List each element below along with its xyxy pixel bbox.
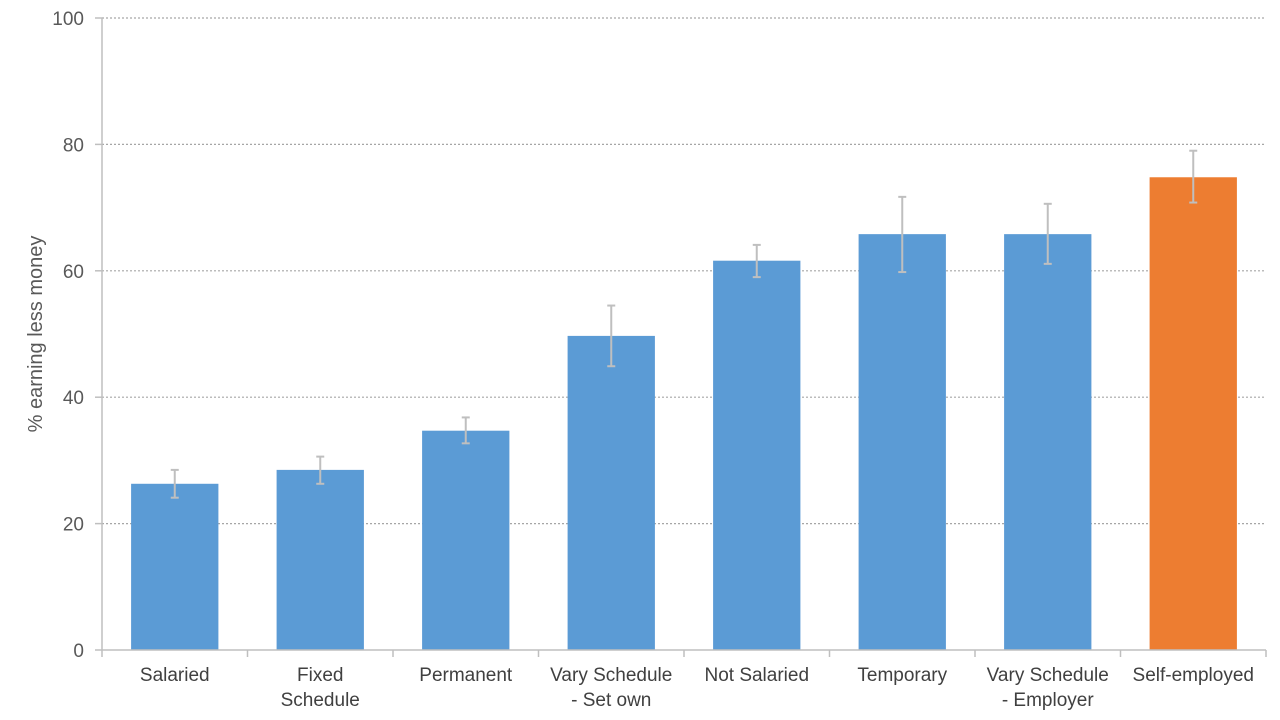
bar bbox=[567, 335, 655, 650]
x-tick-label-line: - Employer bbox=[1002, 690, 1095, 711]
x-tick-label: Salaried bbox=[140, 665, 210, 686]
x-tick-label-line: - Set own bbox=[571, 690, 651, 711]
x-tick-label-line: Self-employed bbox=[1133, 665, 1254, 686]
x-tick-label: Vary Schedule - Employer bbox=[987, 665, 1109, 711]
y-tick-label: 80 bbox=[63, 135, 84, 156]
bar bbox=[858, 234, 946, 651]
x-tick-label-line: Not Salaried bbox=[704, 665, 809, 686]
y-tick-label: 0 bbox=[73, 641, 84, 662]
x-tick-label: Permanent bbox=[419, 665, 513, 686]
y-tick-label: 100 bbox=[52, 9, 84, 30]
x-tick-label: Temporary bbox=[857, 665, 947, 686]
y-axis-title: % earning less money bbox=[25, 236, 47, 433]
x-tick-label-line: Fixed bbox=[297, 665, 343, 686]
y-tick-label: 60 bbox=[63, 262, 84, 283]
bar bbox=[713, 260, 801, 650]
bar bbox=[131, 483, 219, 650]
y-axis-ticks: 0 20 40 60 80 100 bbox=[52, 9, 102, 662]
x-tick-label: Self-employed bbox=[1133, 665, 1254, 686]
y-tick-label: 20 bbox=[63, 515, 84, 536]
x-tick-label-line: Temporary bbox=[857, 665, 947, 686]
x-tick-label: Not Salaried bbox=[704, 665, 809, 686]
x-tick-label: Vary Schedule - Set own bbox=[550, 665, 672, 711]
bar bbox=[1149, 177, 1237, 650]
bar-chart: 0 20 40 60 80 100 Salaried Fixed Schedule Perman… bbox=[25, 9, 1267, 711]
x-tick-label-line: Vary Schedule bbox=[550, 665, 672, 686]
x-axis-labels: Salaried Fixed Schedule Permanent Vary Sched… bbox=[140, 665, 1254, 711]
x-tick-label-line: Salaried bbox=[140, 665, 210, 686]
bar bbox=[276, 469, 364, 650]
bars bbox=[131, 177, 1237, 651]
x-tick-label: Fixed Schedule bbox=[281, 665, 360, 711]
x-tick-label-line: Vary Schedule bbox=[987, 665, 1109, 686]
x-tick-label-line: Permanent bbox=[419, 665, 513, 686]
bar bbox=[1004, 234, 1092, 651]
bar bbox=[422, 430, 510, 650]
x-tick-label-line: Schedule bbox=[281, 690, 360, 711]
y-tick-label: 40 bbox=[63, 388, 84, 409]
